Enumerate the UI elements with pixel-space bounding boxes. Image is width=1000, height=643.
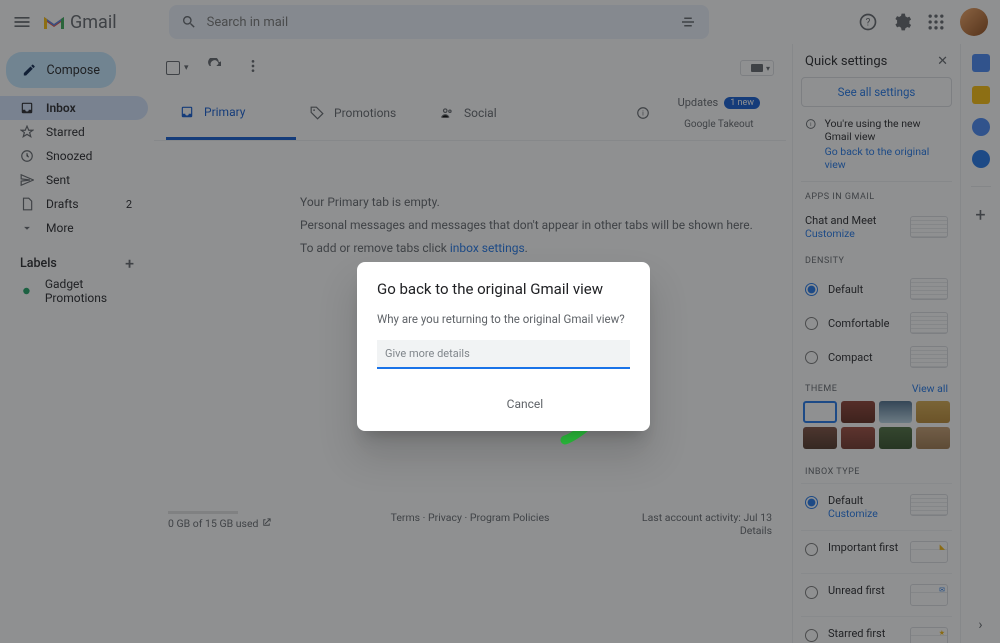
dialog-question: Why are you returning to the original Gm…	[377, 312, 630, 326]
revert-dialog: Go back to the original Gmail view Why a…	[357, 262, 650, 431]
dialog-title: Go back to the original Gmail view	[377, 280, 630, 298]
cancel-button[interactable]: Cancel	[493, 391, 558, 417]
reload-button[interactable]: Reload	[565, 391, 630, 417]
feedback-input[interactable]	[377, 340, 630, 369]
